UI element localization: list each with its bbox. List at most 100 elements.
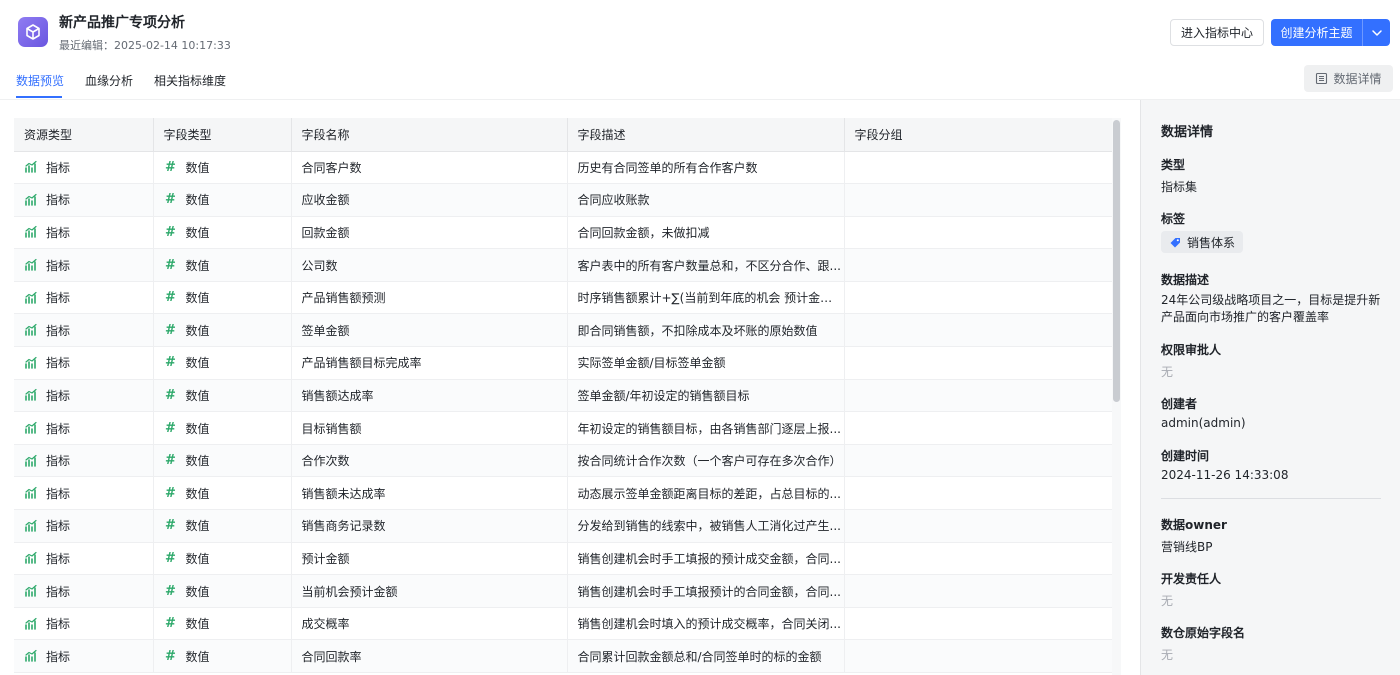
field-type-cell: # 数值 (153, 183, 292, 217)
field-type-text: 数值 (185, 486, 210, 501)
metric-chart-icon (24, 193, 38, 207)
creator-label: 创建者 (1161, 397, 1198, 411)
field-type-cell: # 数值 (153, 379, 292, 413)
metric-chart-icon (24, 225, 38, 239)
column-header-field-name[interactable]: 字段名称 (291, 118, 568, 152)
metric-chart-icon (24, 388, 38, 402)
tab-data-preview[interactable]: 数据预览 (16, 72, 64, 89)
table-row[interactable]: 指标 # 数值 合同客户数 历史有合同签单的所有合作客户数 (14, 151, 1113, 185)
field-type-cell: # 数值 (153, 574, 292, 608)
table-row[interactable]: 指标 # 数值 成交概率 销售创建机会时填入的预计成交概率，合同关闭... (14, 607, 1113, 641)
hash-icon: # (165, 387, 176, 403)
table-row[interactable]: 指标 # 数值 签单金额 即合同销售额，不扣除成本及坏账的原始数值 (14, 313, 1113, 348)
metric-chart-icon (24, 649, 38, 663)
field-type-cell: # 数值 (153, 639, 292, 673)
hash-icon: # (165, 224, 176, 240)
column-header-field-desc[interactable]: 字段描述 (567, 118, 845, 152)
field-group-cell (844, 379, 1113, 413)
hash-icon: # (165, 648, 176, 664)
resource-type-text: 指标 (46, 388, 71, 403)
create-topic-button[interactable]: 创建分析主题 (1271, 19, 1363, 46)
created-time-label: 创建时间 (1161, 449, 1210, 463)
resource-type-cell: 指标 (14, 313, 154, 348)
metric-chart-icon (24, 160, 38, 174)
data-detail-button[interactable]: 数据详情 (1304, 65, 1393, 92)
field-desc-cell: 年初设定的销售额目标，由各销售部门逐层上报... (567, 411, 845, 445)
table-row[interactable]: 指标 # 数值 销售额达成率 签单金额/年初设定的销售额目标 (14, 379, 1113, 413)
tags-label: 标签 (1161, 212, 1186, 226)
field-group-cell (844, 444, 1113, 478)
table-row[interactable]: 指标 # 数值 合作次数 按合同统计合作次数（一个客户可存在多次合作） (14, 444, 1113, 478)
field-type-text: 数值 (185, 551, 210, 566)
field-type-cell: # 数值 (153, 346, 292, 380)
metric-chart-icon (24, 454, 38, 468)
data-detail-button-label: 数据详情 (1333, 72, 1382, 86)
table-row[interactable]: 指标 # 数值 当前机会预计金额 销售创建机会时手工填报预计的合同金额，合同... (14, 574, 1113, 608)
app-cube-icon (18, 17, 48, 47)
field-type-text: 数值 (185, 584, 210, 599)
resource-type-cell: 指标 (14, 183, 154, 217)
field-name-cell: 合作次数 (291, 444, 568, 478)
owner-value: 营销线BP (1161, 540, 1213, 554)
field-desc-cell: 签单金额/年初设定的销售额目标 (567, 379, 845, 413)
description-label: 数据描述 (1161, 273, 1210, 287)
field-type-text: 数值 (185, 356, 210, 371)
field-group-cell (844, 183, 1113, 217)
resource-type-cell: 指标 (14, 444, 154, 478)
field-desc-cell: 历史有合同签单的所有合作客户数 (567, 151, 845, 185)
field-type-cell: # 数值 (153, 248, 292, 282)
field-group-cell (844, 248, 1113, 282)
tag-icon (1170, 237, 1180, 247)
detail-panel: 数据详情 类型 指标集 标签 销售体系 数据描述 24年公司级战略项目之一，目标… (1140, 100, 1400, 675)
field-name-cell: 回款金额 (291, 216, 568, 250)
resource-type-text: 指标 (46, 584, 71, 599)
field-group-cell (844, 346, 1113, 380)
field-name-cell: 产品销售额目标完成率 (291, 346, 568, 380)
create-topic-dropdown-button[interactable] (1363, 19, 1390, 46)
column-header-resource-type[interactable]: 资源类型 (14, 118, 154, 152)
metric-center-button[interactable]: 进入指标中心 (1170, 19, 1264, 46)
field-group-cell (844, 607, 1113, 641)
field-name-cell: 产品销售额预测 (291, 281, 568, 315)
tag-label: 销售体系 (1187, 235, 1236, 250)
tab-lineage[interactable]: 血缘分析 (85, 72, 133, 89)
field-group-cell (844, 151, 1113, 185)
resource-type-text: 指标 (46, 225, 71, 240)
resource-type-text: 指标 (46, 454, 71, 469)
field-desc-cell: 合同累计回款金额总和/合同签单时的标的金额 (567, 639, 845, 673)
hash-icon: # (165, 616, 176, 632)
table-scrollbar[interactable] (1113, 120, 1120, 402)
table-row[interactable]: 指标 # 数值 回款金额 合同回款金额，未做扣减 (14, 216, 1113, 250)
field-type-text: 数值 (185, 225, 210, 240)
hash-icon: # (165, 290, 176, 306)
field-type-text: 数值 (185, 421, 210, 436)
dev-owner-value: 无 (1161, 594, 1174, 608)
table-row[interactable]: 指标 # 数值 目标销售额 年初设定的销售额目标，由各销售部门逐层上报... (14, 411, 1113, 445)
table-row[interactable]: 指标 # 数值 应收金额 合同应收账款 (14, 183, 1113, 217)
table-row[interactable]: 指标 # 数值 预计金额 销售创建机会时手工填报的预计成交金额，合同... (14, 542, 1113, 576)
hash-icon: # (165, 192, 176, 208)
owner-label: 数据owner (1161, 518, 1227, 532)
resource-type-cell: 指标 (14, 379, 154, 413)
table-row[interactable]: 指标 # 数值 产品销售额预测 时序销售额累计+∑(当前到年底的机会 预计金额*... (14, 281, 1113, 315)
field-type-cell: # 数值 (153, 281, 292, 315)
metric-chart-icon (24, 519, 38, 533)
field-type-cell: # 数值 (153, 444, 292, 478)
tag-chip[interactable]: 销售体系 (1161, 231, 1244, 253)
column-header-field-group[interactable]: 字段分组 (844, 118, 1113, 152)
resource-type-text: 指标 (46, 356, 71, 371)
table-row[interactable]: 指标 # 数值 公司数 客户表中的所有客户数量总和，不区分合作、跟... (14, 248, 1113, 282)
field-type-cell: # 数值 (153, 509, 292, 543)
table-row[interactable]: 指标 # 数值 销售额未达成率 动态展示签单金额距离目标的差距，占总目标的... (14, 476, 1113, 511)
table-row[interactable]: 指标 # 数值 合同回款率 合同累计回款金额总和/合同签单时的标的金额 (14, 639, 1113, 673)
hash-icon: # (165, 355, 176, 371)
column-header-field-type[interactable]: 字段类型 (153, 118, 292, 152)
table-row[interactable]: 指标 # 数值 销售商务记录数 分发给到销售的线索中，被销售人工消化过产生... (14, 509, 1113, 543)
field-type-text: 数值 (185, 519, 210, 534)
hash-icon: # (165, 518, 176, 534)
tab-related-dimensions[interactable]: 相关指标维度 (154, 72, 226, 89)
field-desc-cell: 即合同销售额，不扣除成本及坏账的原始数值 (567, 313, 845, 348)
table-row[interactable]: 指标 # 数值 产品销售额目标完成率 实际签单金额/目标签单金额 (14, 346, 1113, 380)
hash-icon: # (165, 322, 176, 338)
field-type-cell: # 数值 (153, 411, 292, 445)
